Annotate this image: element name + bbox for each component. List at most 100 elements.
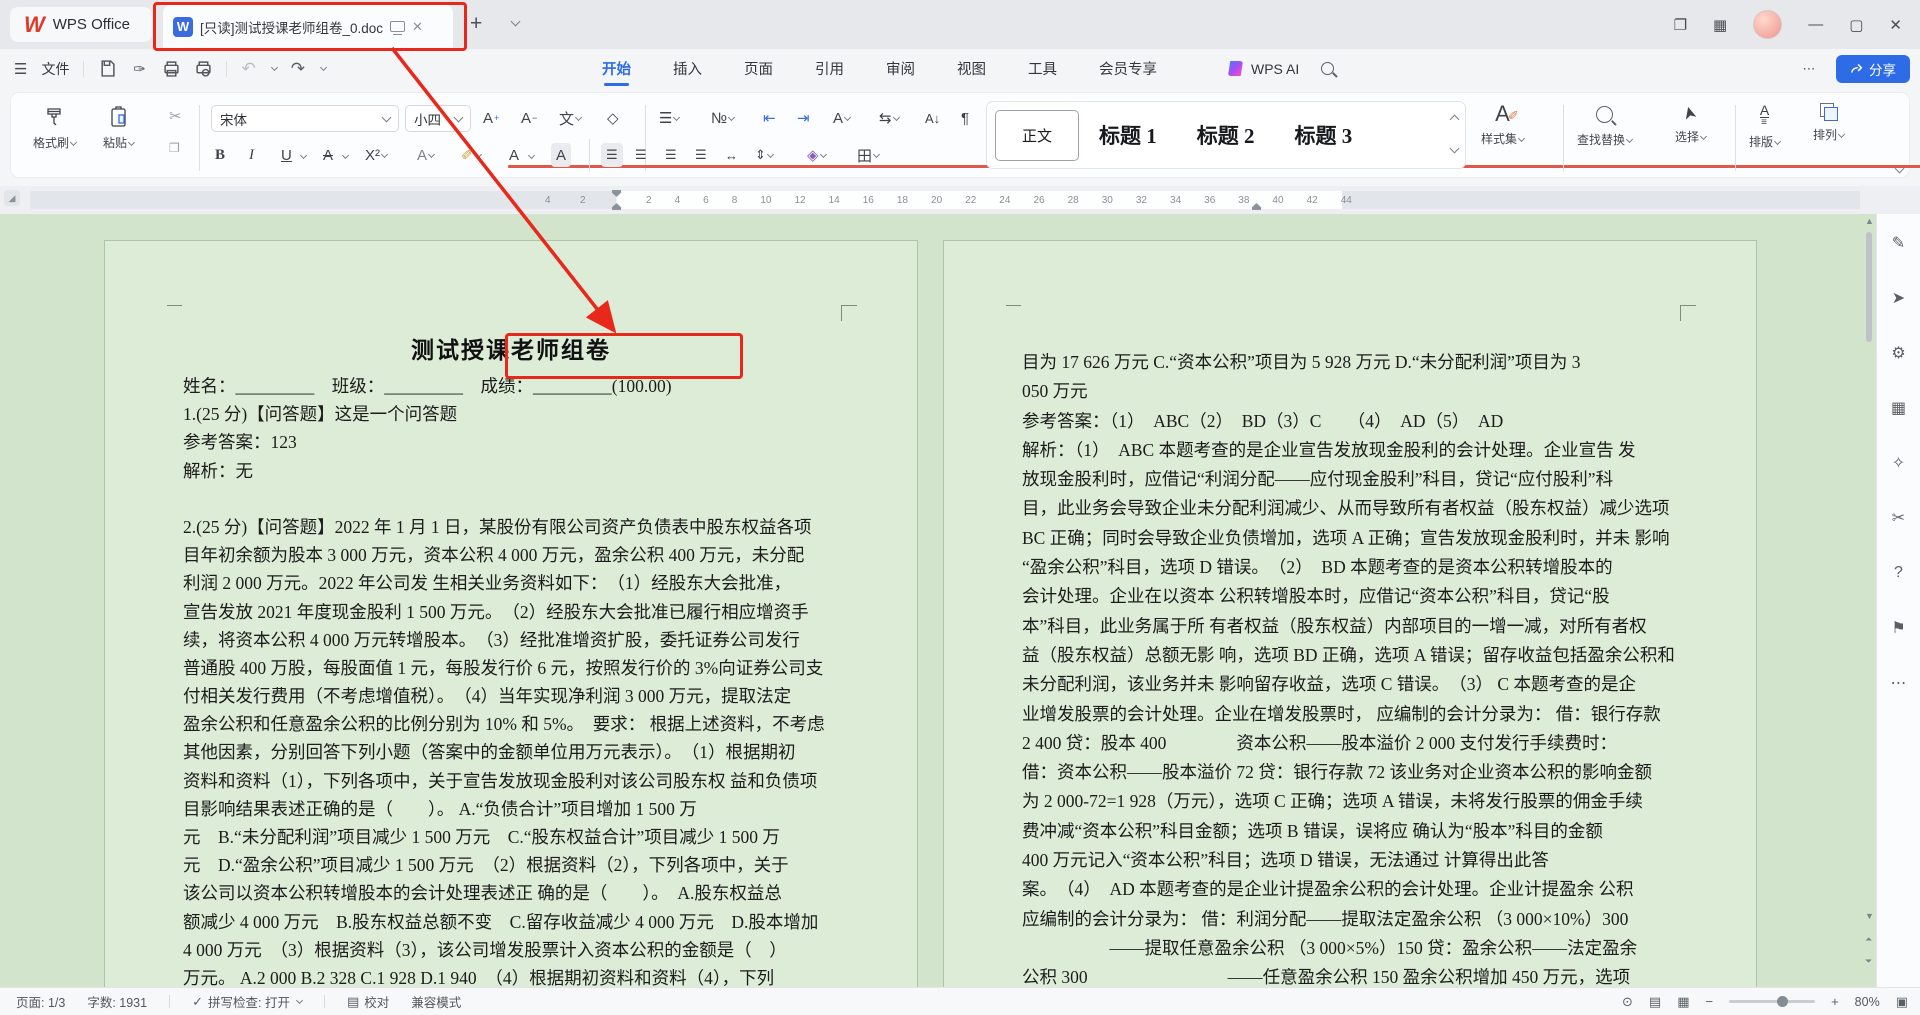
wps-ai-button[interactable]: WPS AI	[1251, 61, 1299, 77]
document-tab[interactable]: W [只读]测试授课老师组卷_0.doc ✕	[163, 4, 453, 49]
gallery-scroll-up-icon[interactable]	[1449, 115, 1459, 125]
underline-button[interactable]: U	[281, 143, 292, 167]
format-painter-button[interactable]: 格式刷	[33, 105, 76, 151]
strikethrough-chevron-icon[interactable]	[342, 152, 349, 159]
tab-list-chevron-icon[interactable]	[511, 17, 521, 27]
new-tab-button[interactable]: +	[470, 12, 482, 36]
align-right-button[interactable]: ☰	[665, 143, 677, 167]
paragraph-mark-button[interactable]: ¶	[961, 106, 969, 130]
style-item[interactable]: 标题 2	[1177, 120, 1275, 150]
properties-icon[interactable]: ⚙	[1884, 338, 1914, 368]
search-icon[interactable]	[1321, 62, 1334, 75]
zoom-slider-thumb[interactable]	[1777, 996, 1788, 1007]
fit-page-icon[interactable]: ▣	[1896, 994, 1908, 1010]
zoom-in-button[interactable]: +	[1831, 994, 1839, 1009]
app-logo[interactable]: W WPS Office	[10, 7, 152, 42]
shading-button[interactable]: ◈	[807, 143, 826, 167]
bookmark-icon[interactable]: ⚑	[1884, 613, 1914, 643]
undo-chevron-icon[interactable]	[271, 64, 278, 71]
more-icon[interactable]: ⋯	[1884, 668, 1914, 698]
ribbon-tab[interactable]: 工具	[1026, 49, 1059, 88]
select-cursor-icon[interactable]: ➤	[1884, 283, 1914, 313]
redo-chevron-icon[interactable]	[320, 64, 327, 71]
highlight-button[interactable]: ✐	[461, 143, 481, 167]
font-name-select[interactable]: 宋体	[211, 105, 399, 132]
select-button[interactable]: ➤ 选择	[1675, 103, 1706, 145]
main-menu-icon[interactable]: ☰	[14, 60, 27, 78]
redo-icon[interactable]: ↷	[291, 59, 305, 79]
document-page-1[interactable]: 测试授课老师组卷 姓名：_________ 班级：_________ 成绩：__…	[104, 240, 918, 987]
align-justify-button[interactable]: ☰	[695, 143, 707, 167]
text-effect-button[interactable]: A	[417, 143, 434, 167]
more-options-icon[interactable]: ⋯	[1798, 58, 1820, 80]
page-indicator[interactable]: 页面: 1/3	[16, 992, 65, 1011]
print-preview-icon[interactable]	[194, 60, 212, 78]
close-tab-icon[interactable]: ✕	[412, 19, 423, 35]
line-spacing-button[interactable]: ⇕	[755, 143, 773, 167]
arrange-button[interactable]: 排列	[1813, 103, 1844, 143]
gallery-scroll-down-icon[interactable]	[1449, 144, 1459, 154]
undo-icon[interactable]: ↶	[241, 59, 255, 79]
superscript-button[interactable]: X²	[365, 143, 387, 167]
sort-button[interactable]: A↓	[925, 106, 940, 130]
minimize-button[interactable]: —	[1808, 16, 1823, 33]
zoom-slider[interactable]	[1729, 1000, 1815, 1003]
typeset-button[interactable]: A≡ 排版	[1749, 103, 1780, 150]
file-menu[interactable]: 文件	[41, 59, 69, 79]
ruler-toggle-icon[interactable]: ◢	[4, 190, 20, 206]
style-item[interactable]: 正文	[995, 110, 1079, 161]
document-canvas[interactable]: 测试授课老师组卷 姓名：_________ 班级：_________ 成绩：__…	[0, 214, 1920, 987]
app-center-icon[interactable]: ▦	[1713, 16, 1727, 34]
ribbon-tab[interactable]: 审阅	[884, 49, 917, 88]
word-count[interactable]: 字数: 1931	[87, 992, 147, 1011]
share-button[interactable]: 分享	[1836, 55, 1910, 83]
proofread-button[interactable]: ▤ 校对	[347, 992, 389, 1011]
extract-icon[interactable]: ✂	[1884, 503, 1914, 533]
help-icon[interactable]: ?	[1884, 558, 1914, 588]
find-replace-button[interactable]: 查找替换	[1577, 103, 1632, 148]
scroll-up-icon[interactable]: ▲	[1865, 216, 1874, 226]
style-set-button[interactable]: A✐ 样式集	[1481, 103, 1524, 147]
bold-button[interactable]: B	[215, 143, 225, 167]
scroll-down-icon[interactable]: ▼	[1865, 911, 1874, 921]
vertical-scrollbar[interactable]: ▲ ▼ ⏶ ⏷	[1864, 216, 1874, 985]
print-icon[interactable]	[162, 60, 180, 78]
cast-screen-icon[interactable]	[390, 21, 405, 32]
text-tools-button[interactable]: A	[833, 106, 850, 130]
zoom-level[interactable]: 80%	[1855, 995, 1880, 1009]
cut-icon[interactable]: ✂	[169, 107, 182, 125]
ribbon-tab[interactable]: 视图	[955, 49, 988, 88]
char-shading-button[interactable]: A	[551, 143, 571, 167]
document-page-2[interactable]: 目为 17 626 万元 C.“资本公积”项目为 5 928 万元 D.“未分配…	[943, 240, 1757, 987]
style-item[interactable]: 标题 3	[1275, 120, 1373, 150]
ribbon-tab[interactable]: 开始	[600, 49, 633, 88]
multi-page-view-icon[interactable]: ▦	[1677, 994, 1689, 1010]
chart-icon[interactable]: ▦	[1884, 393, 1914, 423]
sign-icon[interactable]: ✑	[130, 60, 148, 78]
page-view-icon[interactable]: ▤	[1649, 994, 1661, 1010]
underline-chevron-icon[interactable]	[300, 152, 307, 159]
distribute-button[interactable]: ↔	[725, 143, 738, 167]
ribbon-tab[interactable]: 会员专享	[1097, 49, 1159, 88]
maximize-button[interactable]: ▢	[1849, 16, 1863, 34]
scrollbar-thumb[interactable]	[1866, 232, 1872, 342]
tools-icon[interactable]: ✧	[1884, 448, 1914, 478]
borders-button[interactable]: 田	[857, 143, 879, 167]
style-item[interactable]: 标题 1	[1079, 120, 1177, 150]
close-button[interactable]: ✕	[1889, 16, 1902, 34]
clear-format-button[interactable]: ◇	[607, 106, 619, 130]
save-icon[interactable]	[98, 60, 116, 78]
numbered-list-button[interactable]: №	[711, 106, 734, 130]
ribbon-tab[interactable]: 引用	[813, 49, 846, 88]
align-left-button[interactable]: ☰	[601, 143, 623, 167]
bullet-list-button[interactable]: ☰	[659, 106, 679, 130]
italic-button[interactable]: I	[249, 143, 254, 167]
align-center-button[interactable]: ☰	[635, 143, 647, 167]
increase-indent-button[interactable]: ⇥	[797, 106, 810, 130]
shrink-font-button[interactable]: A−	[521, 106, 537, 130]
copy-icon[interactable]: ❐	[169, 141, 180, 155]
eye-protection-icon[interactable]: ⊙	[1622, 994, 1633, 1010]
pinyin-guide-button[interactable]: 文	[559, 106, 581, 130]
edit-pen-icon[interactable]: ✎	[1884, 228, 1914, 258]
font-size-select[interactable]: 小四	[405, 105, 471, 132]
